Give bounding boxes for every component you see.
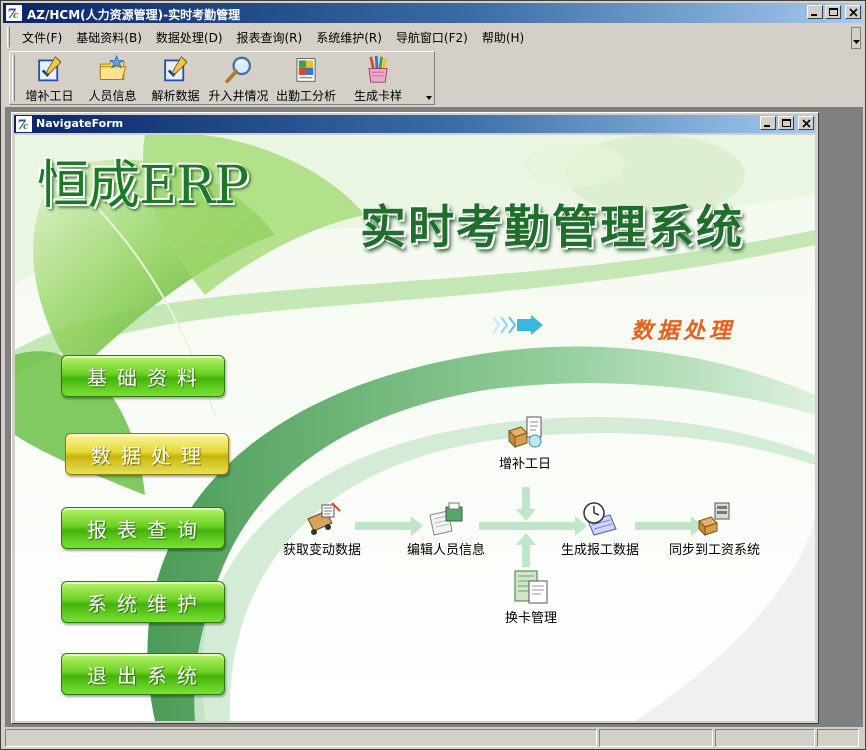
status-bar bbox=[5, 729, 863, 749]
menu-file[interactable]: 文件(F) bbox=[15, 27, 69, 48]
navigate-form-title-bar[interactable]: 7 c NavigateForm bbox=[14, 115, 816, 133]
window-title: AZ/HCM(人力资源管理)-实时考勤管理 bbox=[27, 8, 241, 22]
toolbar-staff-info-button[interactable]: 人员信息 bbox=[81, 52, 144, 104]
status-pane-4 bbox=[817, 729, 859, 747]
toolbar-generate-card-button[interactable]: 生成卡样 bbox=[342, 52, 414, 104]
toolbar-shaft-status-button[interactable]: 升入井情况 bbox=[207, 52, 270, 104]
clock-document-icon bbox=[583, 502, 617, 536]
edit-checkbox-icon bbox=[37, 56, 62, 82]
toolbar-button-label: 生成卡样 bbox=[353, 89, 402, 103]
toolbar-button-label: 解析数据 bbox=[151, 89, 200, 103]
flow-label: 生成报工数据 bbox=[561, 543, 640, 558]
child-maximize-button[interactable] bbox=[778, 116, 794, 130]
toolbar-overflow-icon[interactable] bbox=[425, 93, 433, 103]
status-pane-3 bbox=[715, 729, 815, 747]
boxes-clipboard-icon bbox=[508, 416, 542, 449]
toolbar: 增补工日 人员信息 解析数据 升入井情况 出勤工分析 生成卡样 bbox=[9, 51, 435, 105]
flow-add-workday[interactable]: 增补工日 bbox=[499, 415, 551, 472]
flow-label: 获取变动数据 bbox=[283, 543, 362, 558]
flow-label: 增补工日 bbox=[499, 457, 552, 472]
toolbar-add-workday-button[interactable]: 增补工日 bbox=[18, 52, 81, 104]
minimize-icon bbox=[764, 125, 770, 127]
menu-bar: 文件(F) 基础资料(B) 数据处理(D) 报表查询(R) 系统维护(R) 导航… bbox=[5, 27, 851, 47]
child-minimize-button[interactable] bbox=[760, 116, 776, 130]
flow-label: 编辑人员信息 bbox=[407, 543, 486, 558]
close-icon bbox=[849, 8, 858, 17]
close-button[interactable] bbox=[845, 5, 861, 19]
maximize-button[interactable] bbox=[825, 5, 841, 19]
puzzle-document-icon bbox=[296, 58, 316, 82]
title-bar[interactable]: 7 c AZ/HCM(人力资源管理)-实时考勤管理 bbox=[3, 3, 863, 23]
flow-get-changes[interactable]: 获取变动数据 bbox=[283, 501, 361, 558]
toolbar-attendance-analysis-button[interactable]: 出勤工分析 bbox=[270, 52, 342, 104]
flow-card-change[interactable]: 换卡管理 bbox=[505, 569, 557, 626]
flow-label: 同步到工资系统 bbox=[669, 543, 761, 558]
mdi-client-area: 7 c NavigateForm 恒成ERP 实时考勤管理系统 数据处理 基础资… bbox=[5, 107, 863, 727]
svg-text:c: c bbox=[13, 11, 19, 21]
magnifier-icon bbox=[224, 56, 251, 84]
toolbar-button-label: 增补工日 bbox=[25, 89, 74, 103]
navigate-form-title: NavigateForm bbox=[36, 117, 124, 130]
status-pane-main bbox=[5, 729, 597, 747]
toolbar-button-label: 人员信息 bbox=[88, 89, 137, 103]
navigate-form-window: 7 c NavigateForm 恒成ERP 实时考勤管理系统 数据处理 基础资… bbox=[11, 112, 819, 724]
toolbar-button-label: 升入井情况 bbox=[208, 89, 269, 103]
server-boxes-icon bbox=[697, 502, 729, 537]
pencil-cup-icon bbox=[368, 55, 388, 83]
menu-overflow-button[interactable] bbox=[851, 27, 861, 49]
menu-system-maintenance[interactable]: 系统维护(R) bbox=[309, 27, 389, 48]
app-logo-icon: 7 c bbox=[16, 116, 32, 132]
flow-edit-staff[interactable]: 编辑人员信息 bbox=[407, 501, 485, 558]
maximize-icon bbox=[782, 119, 791, 127]
chevron-down-icon bbox=[853, 40, 860, 44]
main-window: 7 c AZ/HCM(人力资源管理)-实时考勤管理 文件(F) 基础资料(B) … bbox=[0, 0, 866, 750]
fax-document-icon bbox=[429, 502, 463, 536]
menu-report-query[interactable]: 报表查询(R) bbox=[230, 27, 310, 48]
minimize-icon bbox=[811, 14, 817, 16]
menu-help[interactable]: 帮助(H) bbox=[475, 27, 531, 48]
close-icon bbox=[802, 119, 811, 128]
flow-label: 换卡管理 bbox=[505, 611, 558, 626]
minimize-button[interactable] bbox=[807, 5, 823, 19]
menu-basic-data[interactable]: 基础资料(B) bbox=[69, 27, 149, 48]
navigate-canvas: 恒成ERP 实时考勤管理系统 数据处理 基础资料 数据处理 报表查询 系统维护 … bbox=[15, 135, 815, 721]
toolbar-grip[interactable] bbox=[12, 55, 15, 101]
flow-generate-report[interactable]: 生成报工数据 bbox=[561, 501, 639, 558]
maximize-icon bbox=[829, 8, 838, 16]
child-close-button[interactable] bbox=[798, 116, 814, 130]
menu-navigate-window[interactable]: 导航窗口(F2) bbox=[389, 27, 475, 48]
edit-checkbox-icon bbox=[163, 56, 188, 82]
app-logo-icon: 7 c bbox=[6, 5, 22, 21]
flow-sync-payroll[interactable]: 同步到工资系统 bbox=[669, 501, 760, 558]
toolbar-button-label: 出勤工分析 bbox=[275, 89, 336, 103]
folder-star-icon bbox=[99, 55, 126, 80]
menu-data-processing[interactable]: 数据处理(D) bbox=[149, 27, 230, 48]
truck-icon bbox=[307, 502, 341, 535]
toolbar-parse-data-button[interactable]: 解析数据 bbox=[144, 52, 207, 104]
flow-arrows bbox=[355, 487, 703, 567]
svg-text:c: c bbox=[23, 122, 29, 132]
status-pane-2 bbox=[599, 729, 713, 747]
card-stack-icon bbox=[514, 570, 548, 604]
